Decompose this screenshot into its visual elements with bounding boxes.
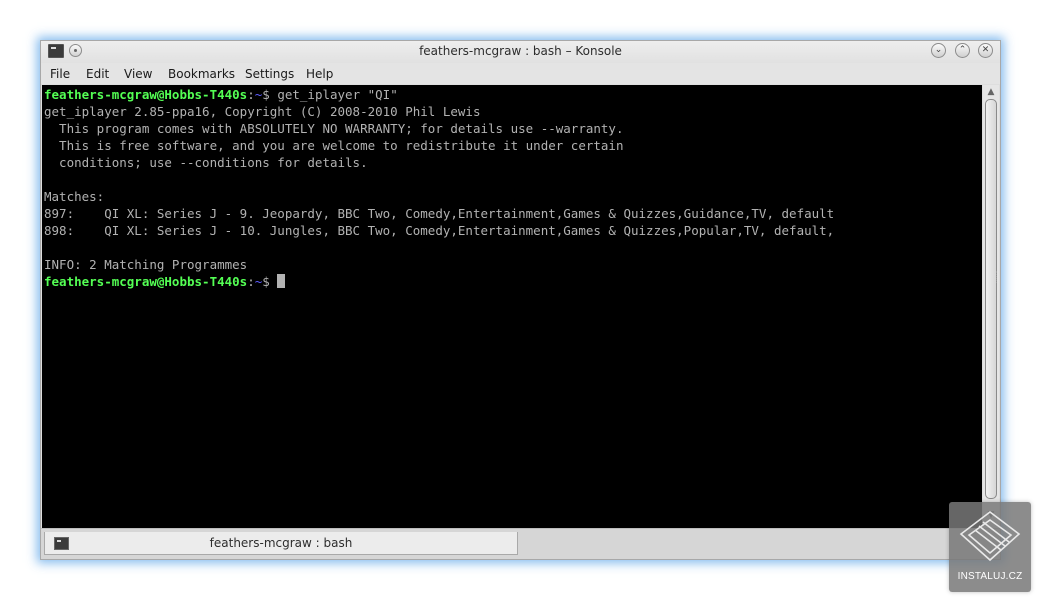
tab-bash-session[interactable]: feathers-mcgraw : bash <box>44 532 518 555</box>
window-title: feathers-mcgraw : bash – Konsole <box>419 44 622 58</box>
output-line: Matches: <box>44 189 105 204</box>
menu-bookmarks[interactable]: Bookmarks <box>168 67 235 81</box>
terminal-view[interactable]: feathers-mcgraw@Hobbs-T440s:~$ get_iplay… <box>42 85 982 528</box>
minimize-button[interactable]: ⌄ <box>931 43 946 58</box>
close-button[interactable]: ✕ <box>978 43 993 58</box>
prompt-symbol: $ <box>262 274 278 289</box>
output-line: 897: QI XL: Series J - 9. Jeopardy, BBC … <box>44 206 835 221</box>
prompt-user-host: feathers-mcgraw@Hobbs-T440s <box>44 87 248 102</box>
output-line: INFO: 2 Matching Programmes <box>44 257 248 272</box>
output-line: This program comes with ABSOLUTELY NO WA… <box>44 121 624 136</box>
menu-settings[interactable]: Settings <box>245 67 294 81</box>
text-cursor <box>277 274 286 288</box>
resize-grip-icon[interactable] <box>996 271 999 283</box>
tab-bar: feathers-mcgraw : bash <box>41 528 1000 559</box>
output-line: conditions; use --conditions for details… <box>44 155 368 170</box>
title-bar[interactable]: feathers-mcgraw : bash – Konsole ⌄ ⌃ ✕ <box>41 41 1000 63</box>
instaluj-watermark: INSTALUJ.CZ <box>949 502 1031 592</box>
vertical-scrollbar[interactable]: ▲ ▼ <box>983 85 999 528</box>
menu-view[interactable]: View <box>124 67 152 81</box>
menu-edit[interactable]: Edit <box>86 67 109 81</box>
menu-file[interactable]: File <box>50 67 70 81</box>
menu-bar: File Edit View Bookmarks Settings Help <box>41 63 1000 84</box>
konsole-window: feathers-mcgraw : bash – Konsole ⌄ ⌃ ✕ F… <box>40 40 1001 560</box>
menu-help[interactable]: Help <box>306 67 333 81</box>
scroll-thumb[interactable] <box>985 99 997 499</box>
prompt-user-host: feathers-mcgraw@Hobbs-T440s <box>44 274 248 289</box>
output-line: 898: QI XL: Series J - 10. Jungles, BBC … <box>44 223 835 238</box>
prompt-separator: : <box>247 274 255 289</box>
instaluj-logo-icon <box>959 510 1021 562</box>
prompt-separator: : <box>247 87 255 102</box>
command-text: get_iplayer "QI" <box>277 87 398 102</box>
output-line: get_iplayer 2.85-ppa16, Copyright (C) 20… <box>44 104 481 119</box>
prompt-symbol: $ <box>262 87 278 102</box>
watermark-text: INSTALUJ.CZ <box>957 571 1023 582</box>
maximize-button[interactable]: ⌃ <box>955 43 970 58</box>
command-line: feathers-mcgraw@Hobbs-T440s:~$ get_iplay… <box>44 86 398 103</box>
active-prompt-line: feathers-mcgraw@Hobbs-T440s:~$ <box>44 273 286 290</box>
output-line: This is free software, and you are welco… <box>44 138 624 153</box>
scroll-up-arrow-icon[interactable]: ▲ <box>985 87 997 97</box>
tab-label: feathers-mcgraw : bash <box>209 536 353 550</box>
